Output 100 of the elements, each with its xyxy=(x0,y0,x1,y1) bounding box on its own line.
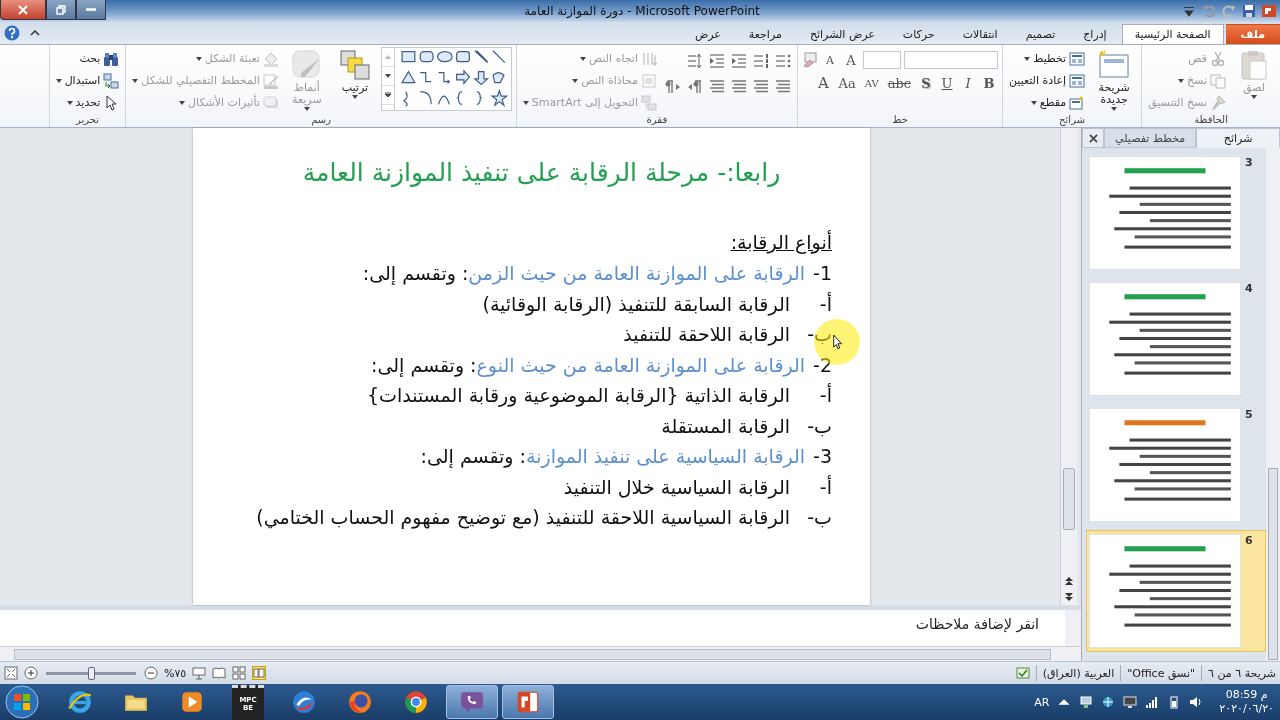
reading-view-icon[interactable] xyxy=(212,666,227,680)
italic-button[interactable]: I xyxy=(959,74,977,92)
slide-title: رابعا:- مرحلة الرقابة على تنفيذ الموازنة العامة xyxy=(301,157,782,187)
slide-sorter-icon[interactable] xyxy=(232,666,247,680)
caret-icon xyxy=(66,100,73,105)
pane-tab[interactable]: شرائح xyxy=(1196,128,1280,148)
reset-button[interactable]: إعادة التعيين xyxy=(1007,70,1088,91)
spelling-icon[interactable] xyxy=(1015,666,1030,680)
list-text: : وتقسم إلى: xyxy=(371,352,477,379)
close-button[interactable] xyxy=(0,0,46,20)
slide-thumbnail-row[interactable]: 6 xyxy=(1086,530,1266,652)
ribbon-tab[interactable]: حركات xyxy=(889,24,948,44)
paragraph-button[interactable] xyxy=(707,51,727,71)
list-text: : وتقسم إلى: xyxy=(362,261,469,287)
underline-button[interactable]: U xyxy=(938,74,956,92)
language: العربية (العراق) xyxy=(1042,666,1115,680)
monitor-icon[interactable] xyxy=(1123,695,1138,709)
replace-button[interactable]: استبدال xyxy=(53,70,122,91)
app-icon[interactable] xyxy=(1262,4,1276,18)
zoom-thumb[interactable] xyxy=(88,666,95,680)
save-icon[interactable] xyxy=(1242,4,1256,18)
zoom-slider[interactable] xyxy=(46,666,136,680)
slide-thumbnail[interactable] xyxy=(1089,282,1241,396)
ribbon-tab[interactable]: عرض xyxy=(681,24,734,44)
slide-thumbnail-row[interactable]: 3 xyxy=(1086,152,1266,274)
list-topic: الرقابة على الموازنة العامة من حيث النوع xyxy=(476,352,806,379)
select-button[interactable]: تحديد xyxy=(53,92,122,113)
font-name-field[interactable] xyxy=(904,51,998,69)
scrollbar[interactable] xyxy=(1060,128,1077,605)
section-button[interactable]: مقطع xyxy=(1007,92,1088,113)
slide-thumbnail-row[interactable]: 4 xyxy=(1086,278,1266,400)
restore-button[interactable] xyxy=(46,0,76,20)
strikethrough-button[interactable]: abc xyxy=(884,74,914,92)
new-slide-button[interactable]: شريحة جديدة xyxy=(1091,47,1138,113)
shrink-font-button[interactable]: A xyxy=(821,52,839,68)
shadow-button[interactable]: S xyxy=(917,74,935,92)
notes-field[interactable]: انقر لإضافة ملاحظات xyxy=(0,610,1065,646)
start-button[interactable] xyxy=(4,684,40,720)
scroll-thumb[interactable] xyxy=(14,649,1051,660)
fit-to-window-icon[interactable] xyxy=(4,666,18,680)
align-icon xyxy=(753,79,769,95)
clear-formatting-icon[interactable] xyxy=(802,52,818,68)
ribbon-tab[interactable]: عرض الشرائح xyxy=(796,24,888,44)
taskbar-app[interactable] xyxy=(502,685,554,719)
help-icon[interactable] xyxy=(4,25,20,41)
signal-icon[interactable] xyxy=(1145,695,1160,709)
ribbon-tab[interactable]: انتقالات xyxy=(949,24,1011,44)
zoom-in-icon[interactable] xyxy=(24,666,38,680)
list-topic: الرقابة السياسية على تنفيذ الموازنة xyxy=(526,444,806,470)
change-case-button[interactable]: Aa xyxy=(835,74,859,92)
slide-thumbnail[interactable] xyxy=(1089,408,1241,522)
shapes-gallery[interactable] xyxy=(380,47,512,111)
browser-icon xyxy=(347,689,373,715)
bold-button[interactable]: B xyxy=(980,74,998,92)
pane-tab[interactable]: مخطط تفصيلي xyxy=(1104,128,1197,148)
keyboard-language[interactable]: AR xyxy=(1034,695,1050,709)
font-color-button[interactable]: A xyxy=(814,73,833,93)
file-tab[interactable]: ملف xyxy=(1225,24,1280,44)
network-icon[interactable] xyxy=(1079,695,1094,709)
numbering-icon xyxy=(753,53,769,69)
dropdown-icon[interactable] xyxy=(1182,4,1196,18)
presentation-app-icon xyxy=(515,689,541,715)
paragraph-direction-icon xyxy=(665,79,681,95)
slide-thumbnail-row[interactable]: 5 xyxy=(1086,404,1266,526)
horizontal-scrollbar[interactable] xyxy=(0,646,1081,661)
scrollbar[interactable] xyxy=(1065,610,1081,646)
collapse-ribbon-icon[interactable] xyxy=(30,30,40,36)
ribbon-tab[interactable]: الصفحة الرئيسية xyxy=(1121,24,1224,44)
slide-show-icon[interactable] xyxy=(192,666,207,680)
layout-button[interactable]: تخطيط xyxy=(1007,48,1088,69)
browser-icon xyxy=(403,689,429,715)
slide-count: شريحة ٦ من ٦ xyxy=(1208,666,1276,680)
minimize-button[interactable] xyxy=(76,0,106,20)
caret-icon xyxy=(1030,100,1037,105)
ribbon-tab[interactable]: تصميم xyxy=(1012,24,1069,44)
clock[interactable]: 08:59 م ٢٠٢٠/٠٦/٢٠ xyxy=(1219,688,1274,716)
slide-number: 4 xyxy=(1245,282,1253,295)
ribbon-tab[interactable]: مراجعة xyxy=(735,24,795,44)
slide-thumbnail[interactable] xyxy=(1089,156,1241,270)
globe-icon[interactable] xyxy=(1101,695,1116,709)
paragraph-button[interactable] xyxy=(751,51,771,71)
arrange-button[interactable]: ترتيب xyxy=(332,47,377,101)
normal-view-icon[interactable] xyxy=(252,666,267,680)
volume-icon[interactable] xyxy=(1189,695,1204,709)
list-marker: أ- xyxy=(818,474,832,500)
paragraph-button[interactable] xyxy=(729,51,749,71)
slide-thumbnail[interactable] xyxy=(1089,534,1241,648)
scroll-thumb[interactable] xyxy=(1268,468,1278,660)
find-button[interactable]: بحث xyxy=(53,48,122,69)
font-size-field[interactable] xyxy=(863,51,901,69)
zoom-level[interactable]: %٧٥ xyxy=(164,666,187,680)
line-spacing-icon xyxy=(687,53,703,69)
zoom-out-icon[interactable] xyxy=(144,666,158,680)
list-text: الرقابة الذاتية {الرقابة الموضوعية ورقابة المستندات} xyxy=(366,383,790,409)
ribbon-tab[interactable]: إدراج xyxy=(1070,24,1120,44)
effects-icon xyxy=(262,94,279,111)
scroll-thumb[interactable] xyxy=(1063,468,1075,530)
spacing-button[interactable]: AV xyxy=(861,76,882,90)
grow-font-button[interactable]: A xyxy=(842,51,860,69)
scrollbar[interactable] xyxy=(1266,148,1280,661)
